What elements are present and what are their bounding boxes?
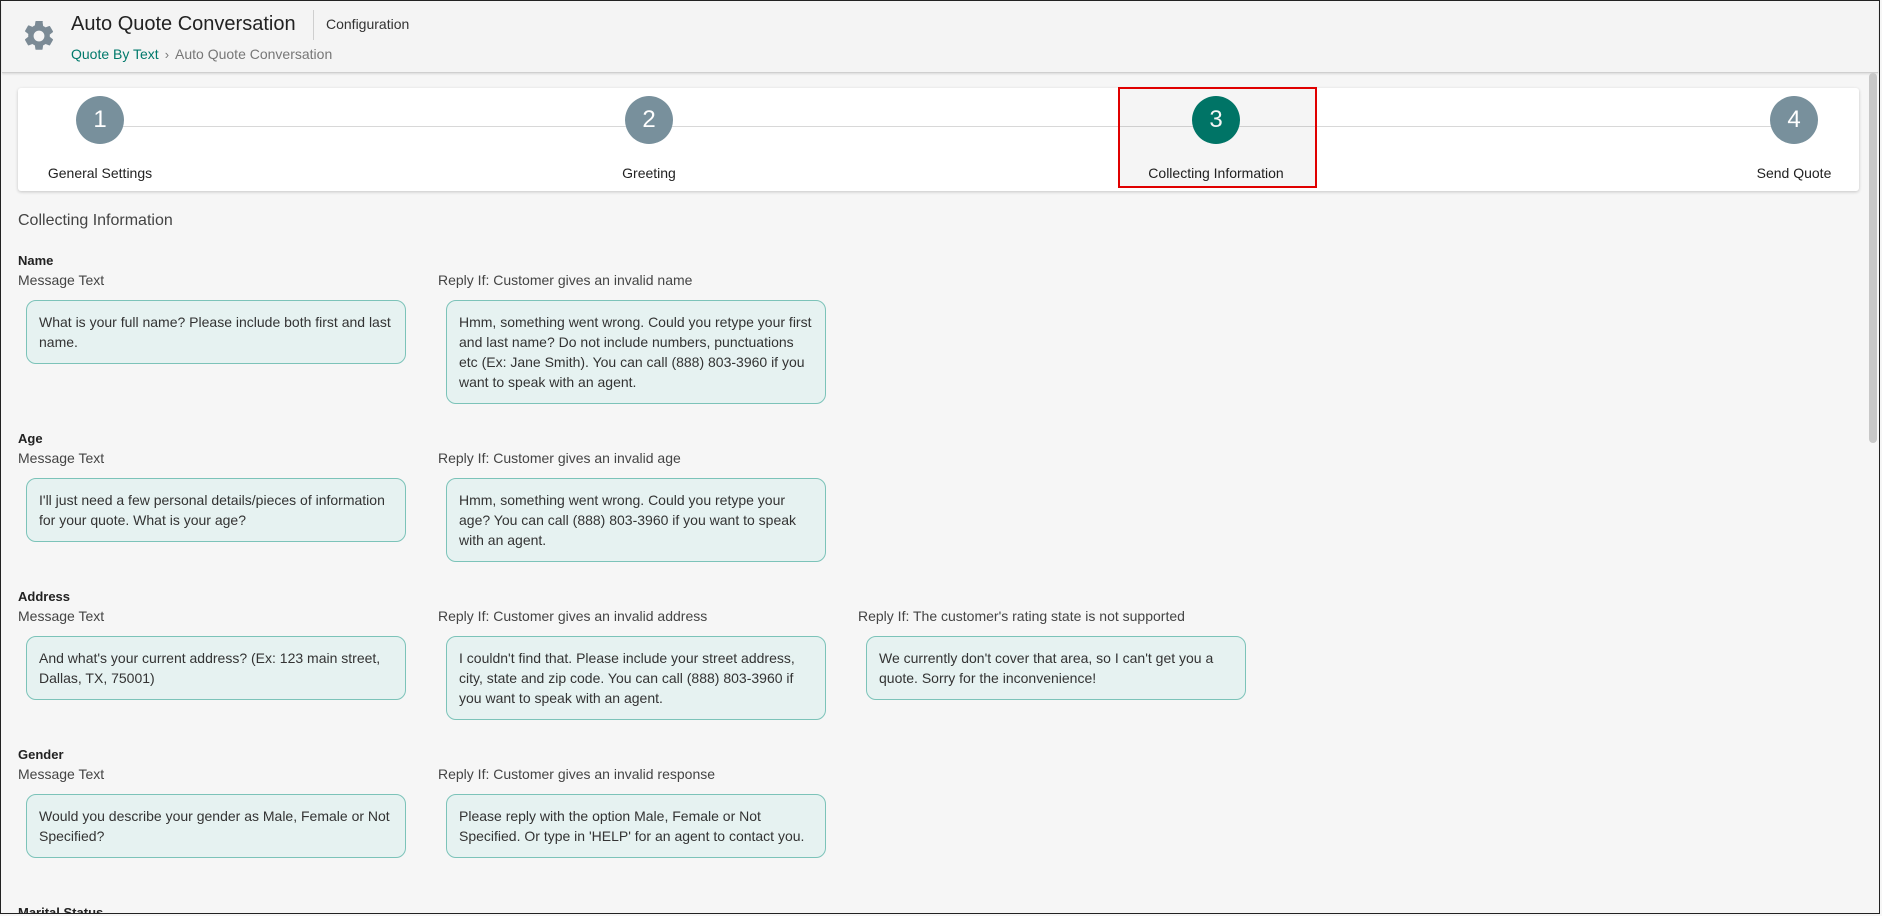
group-label-name: Name [18, 253, 54, 268]
chevron-right-icon: › [164, 47, 170, 62]
step-number-4[interactable]: 4 [1770, 96, 1818, 144]
page-header: Auto Quote Conversation Configuration Qu… [2, 2, 1878, 73]
step-number-2[interactable]: 2 [625, 96, 673, 144]
vertical-scrollbar[interactable] [1869, 73, 1877, 443]
message-bubble-name[interactable]: What is your full name? Please include b… [26, 300, 406, 364]
breadcrumb-current: Auto Quote Conversation [175, 46, 333, 62]
step-label-send-quote: Send Quote [1756, 165, 1832, 181]
reply-label: Reply If: Customer gives an invalid age [438, 450, 681, 466]
group-label-marital-status: Marital Status [18, 905, 104, 914]
message-text-label: Message Text [18, 272, 105, 288]
group-label-gender: Gender [18, 747, 64, 762]
page-subtitle: Configuration [326, 16, 410, 32]
reply-label: Reply If: Customer gives an invalid resp… [438, 766, 716, 782]
stepper: 1 General Settings 2 Greeting 3 Collecti… [18, 88, 1859, 191]
breadcrumb: Quote By Text › Auto Quote Conversation [71, 46, 332, 62]
reply-bubble-invalid-age[interactable]: Hmm, something went wrong. Could you ret… [446, 478, 826, 562]
stepper-connector-line [100, 126, 1812, 127]
reply-bubble-invalid-address[interactable]: I couldn't find that. Please include you… [446, 636, 826, 720]
active-step-highlight [1118, 87, 1317, 188]
title-divider [313, 10, 314, 40]
message-bubble-age[interactable]: I'll just need a few personal details/pi… [26, 478, 406, 542]
reply-label: Reply If: Customer gives an invalid addr… [438, 608, 708, 624]
breadcrumb-link-quote-by-text[interactable]: Quote By Text [71, 46, 159, 62]
step-send-quote[interactable]: 4 Send Quote [1678, 88, 1858, 191]
step-label-greeting: Greeting [622, 165, 676, 181]
message-bubble-gender[interactable]: Would you describe your gender as Male, … [26, 794, 406, 858]
section-title: Collecting Information [18, 212, 173, 229]
message-text-label: Message Text [18, 450, 105, 466]
step-general-settings[interactable]: 1 General Settings [18, 88, 218, 191]
group-label-address: Address [18, 589, 71, 604]
group-label-age: Age [18, 431, 43, 446]
message-text-label: Message Text [18, 608, 105, 624]
reply-label: Reply If: Customer gives an invalid name [438, 272, 693, 288]
step-label-general-settings: General Settings [47, 165, 153, 181]
message-bubble-address[interactable]: And what's your current address? (Ex: 12… [26, 636, 406, 700]
message-text-label: Message Text [18, 766, 105, 782]
reply-label: Reply If: The customer's rating state is… [858, 608, 1185, 624]
step-number-1[interactable]: 1 [76, 96, 124, 144]
reply-bubble-invalid-gender[interactable]: Please reply with the option Male, Femal… [446, 794, 826, 858]
app-window: Auto Quote Conversation Configuration Qu… [0, 0, 1880, 914]
page-title: Auto Quote Conversation [71, 13, 296, 35]
reply-bubble-invalid-name[interactable]: Hmm, something went wrong. Could you ret… [446, 300, 826, 404]
step-greeting[interactable]: 2 Greeting [548, 88, 748, 191]
gear-icon [24, 20, 54, 50]
reply-bubble-unsupported-state[interactable]: We currently don't cover that area, so I… [866, 636, 1246, 700]
